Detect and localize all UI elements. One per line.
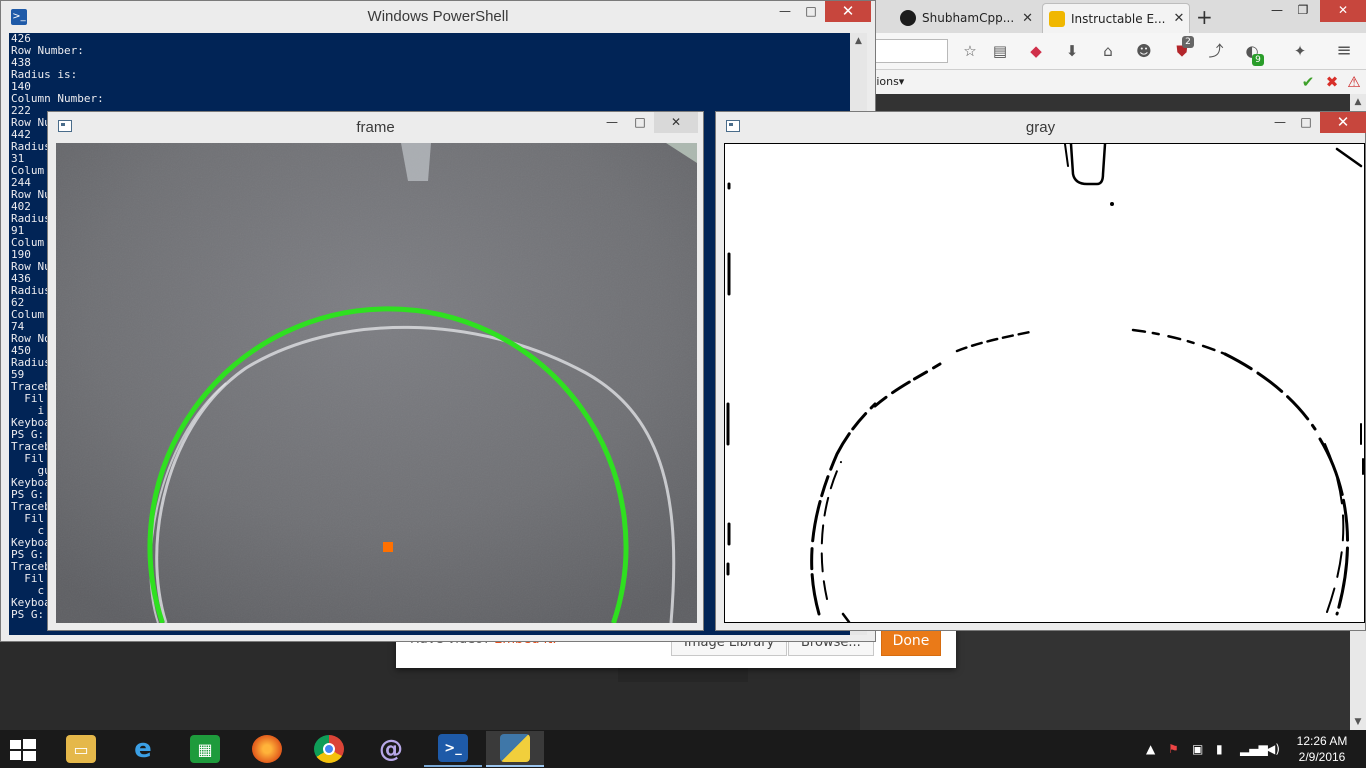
circle-center-marker [383, 542, 393, 552]
menu-icon[interactable]: ≡ [1334, 41, 1354, 61]
maximize-button[interactable]: □ [797, 1, 825, 22]
console-line: Column Number: [11, 92, 104, 105]
gray-titlebar[interactable]: gray — □ ✕ [716, 112, 1366, 142]
ublock-badge: 2 [1182, 36, 1194, 48]
taskbar-python[interactable] [486, 731, 544, 767]
pocket-icon[interactable]: ◆ [1026, 41, 1046, 61]
taskbar-firefox[interactable] [238, 731, 296, 767]
taskbar-internet-explorer[interactable]: e [114, 731, 172, 767]
minimize-button[interactable]: — [1266, 112, 1294, 133]
taskbar-powershell[interactable]: >_ [424, 731, 482, 767]
close-button[interactable]: ✕ [825, 1, 871, 22]
internet-explorer-icon: e [134, 734, 152, 764]
check-icon[interactable]: ✔ [1298, 72, 1318, 92]
folder-icon: ▭ [66, 735, 96, 763]
tab-close-icon[interactable]: ✕ [1022, 11, 1033, 26]
addon-icon[interactable]: ✦ [1290, 41, 1310, 61]
volume-icon[interactable]: ◀) [1266, 730, 1280, 768]
taskbar: ▭ e ▦ @ >_ ▲ ⚑ ▣ ▮ ▂▄▆ ◀) 12:26 AM 2/9/2… [0, 730, 1366, 768]
frame-titlebar[interactable]: frame — □ ✕ [48, 112, 703, 142]
browser-tab-strip: ShubhamCpp... ✕ Instructable E... ✕ + — … [860, 0, 1366, 33]
bookmarks-bar: tions▾ ✔ ✖ ⚠ [860, 70, 1366, 94]
extension-badge: 9 [1252, 54, 1264, 66]
chrome-icon [314, 735, 344, 763]
clock-date: 2/9/2016 [1298, 750, 1346, 764]
minimize-button[interactable]: — [771, 1, 799, 22]
camera-frame-svg [56, 143, 697, 623]
start-button[interactable] [8, 738, 38, 762]
console-line: 438 [11, 56, 31, 69]
console-line: 426 [11, 33, 31, 45]
system-clock[interactable]: 12:26 AM 2/9/2016 [1294, 733, 1350, 765]
edge-image-svg [726, 144, 1364, 622]
taskbar-file-explorer[interactable]: ▭ [52, 731, 110, 767]
tab-instructables-label: Instructable E... [1071, 11, 1166, 26]
edge-image [724, 143, 1365, 623]
firefox-icon [252, 735, 282, 763]
show-hidden-icons[interactable]: ▲ [1146, 730, 1155, 768]
chrome-center [323, 743, 335, 755]
powershell-icon: >_ [438, 734, 468, 762]
bookmark-folder[interactable]: tions▾ [872, 75, 904, 88]
browser-toolbar: ☆ ▤ ◆ ⬇ ⌂ ☻ ⛊ 2 ⤴ ◐ 9 ✦ ≡ [860, 33, 1366, 70]
frame-window: frame — □ ✕ [47, 111, 704, 631]
gray-window: gray — □ ✕ [715, 111, 1366, 631]
taskbar-spiral-app[interactable]: @ [362, 731, 420, 767]
warning-icon[interactable]: ⚠ [1344, 72, 1364, 92]
error-icon[interactable]: ✖ [1322, 72, 1342, 92]
browser-maximize-button[interactable]: ❐ [1288, 0, 1318, 22]
new-tab-button[interactable]: + [1196, 5, 1213, 29]
github-icon [900, 10, 916, 26]
instructables-icon [1049, 10, 1065, 27]
dialog-footer-shadow [618, 668, 748, 682]
home-icon[interactable]: ⌂ [1098, 41, 1118, 61]
python-icon [500, 734, 530, 762]
console-line: Row Number: [11, 44, 84, 57]
browser-close-button[interactable]: ✕ [1320, 0, 1366, 22]
network-icon[interactable]: ▂▄▆ [1240, 730, 1268, 768]
reading-list-icon[interactable]: ▤ [990, 41, 1010, 61]
close-button[interactable]: ✕ [1320, 112, 1366, 133]
window-title: Windows PowerShell [367, 8, 509, 25]
windows-logo-icon [10, 739, 36, 761]
flag-icon[interactable]: ⚑ [1168, 730, 1179, 768]
downloads-icon[interactable]: ⬇ [1062, 41, 1082, 61]
scroll-down-icon[interactable]: ▼ [1350, 714, 1366, 730]
tab-instructables[interactable]: Instructable E... ✕ [1042, 3, 1190, 33]
camera-frame-image [56, 143, 697, 623]
hello-icon[interactable]: ☻ [1134, 41, 1154, 61]
spiral-icon: @ [379, 735, 403, 763]
tab-github[interactable]: ShubhamCpp... ✕ [894, 3, 1034, 33]
power-icon[interactable]: ▮ [1216, 730, 1223, 768]
store-icon: ▦ [190, 735, 220, 763]
minimize-button[interactable]: — [598, 112, 626, 133]
tab-github-label: ShubhamCpp... [922, 11, 1015, 25]
scroll-up-icon[interactable]: ▲ [850, 33, 867, 50]
maximize-button[interactable]: □ [626, 112, 654, 133]
console-line: 140 [11, 80, 31, 93]
console-line: Radius is: [11, 68, 78, 81]
tab-close-icon[interactable]: ✕ [1173, 11, 1184, 26]
clock-time: 12:26 AM [1296, 734, 1348, 748]
bookmark-star-icon[interactable]: ☆ [960, 41, 980, 61]
powershell-titlebar[interactable]: >_ Windows PowerShell — □ ✕ [1, 1, 875, 33]
taskbar-store[interactable]: ▦ [176, 731, 234, 767]
maximize-button[interactable]: □ [1292, 112, 1320, 133]
edge-strokes [726, 144, 1364, 622]
share-icon[interactable]: ⤴ [1206, 41, 1226, 61]
close-button[interactable]: ✕ [654, 112, 698, 133]
taskbar-chrome[interactable] [300, 731, 358, 767]
notification-icon[interactable]: ▣ [1192, 730, 1203, 768]
scroll-up-icon[interactable]: ▲ [1350, 94, 1366, 110]
